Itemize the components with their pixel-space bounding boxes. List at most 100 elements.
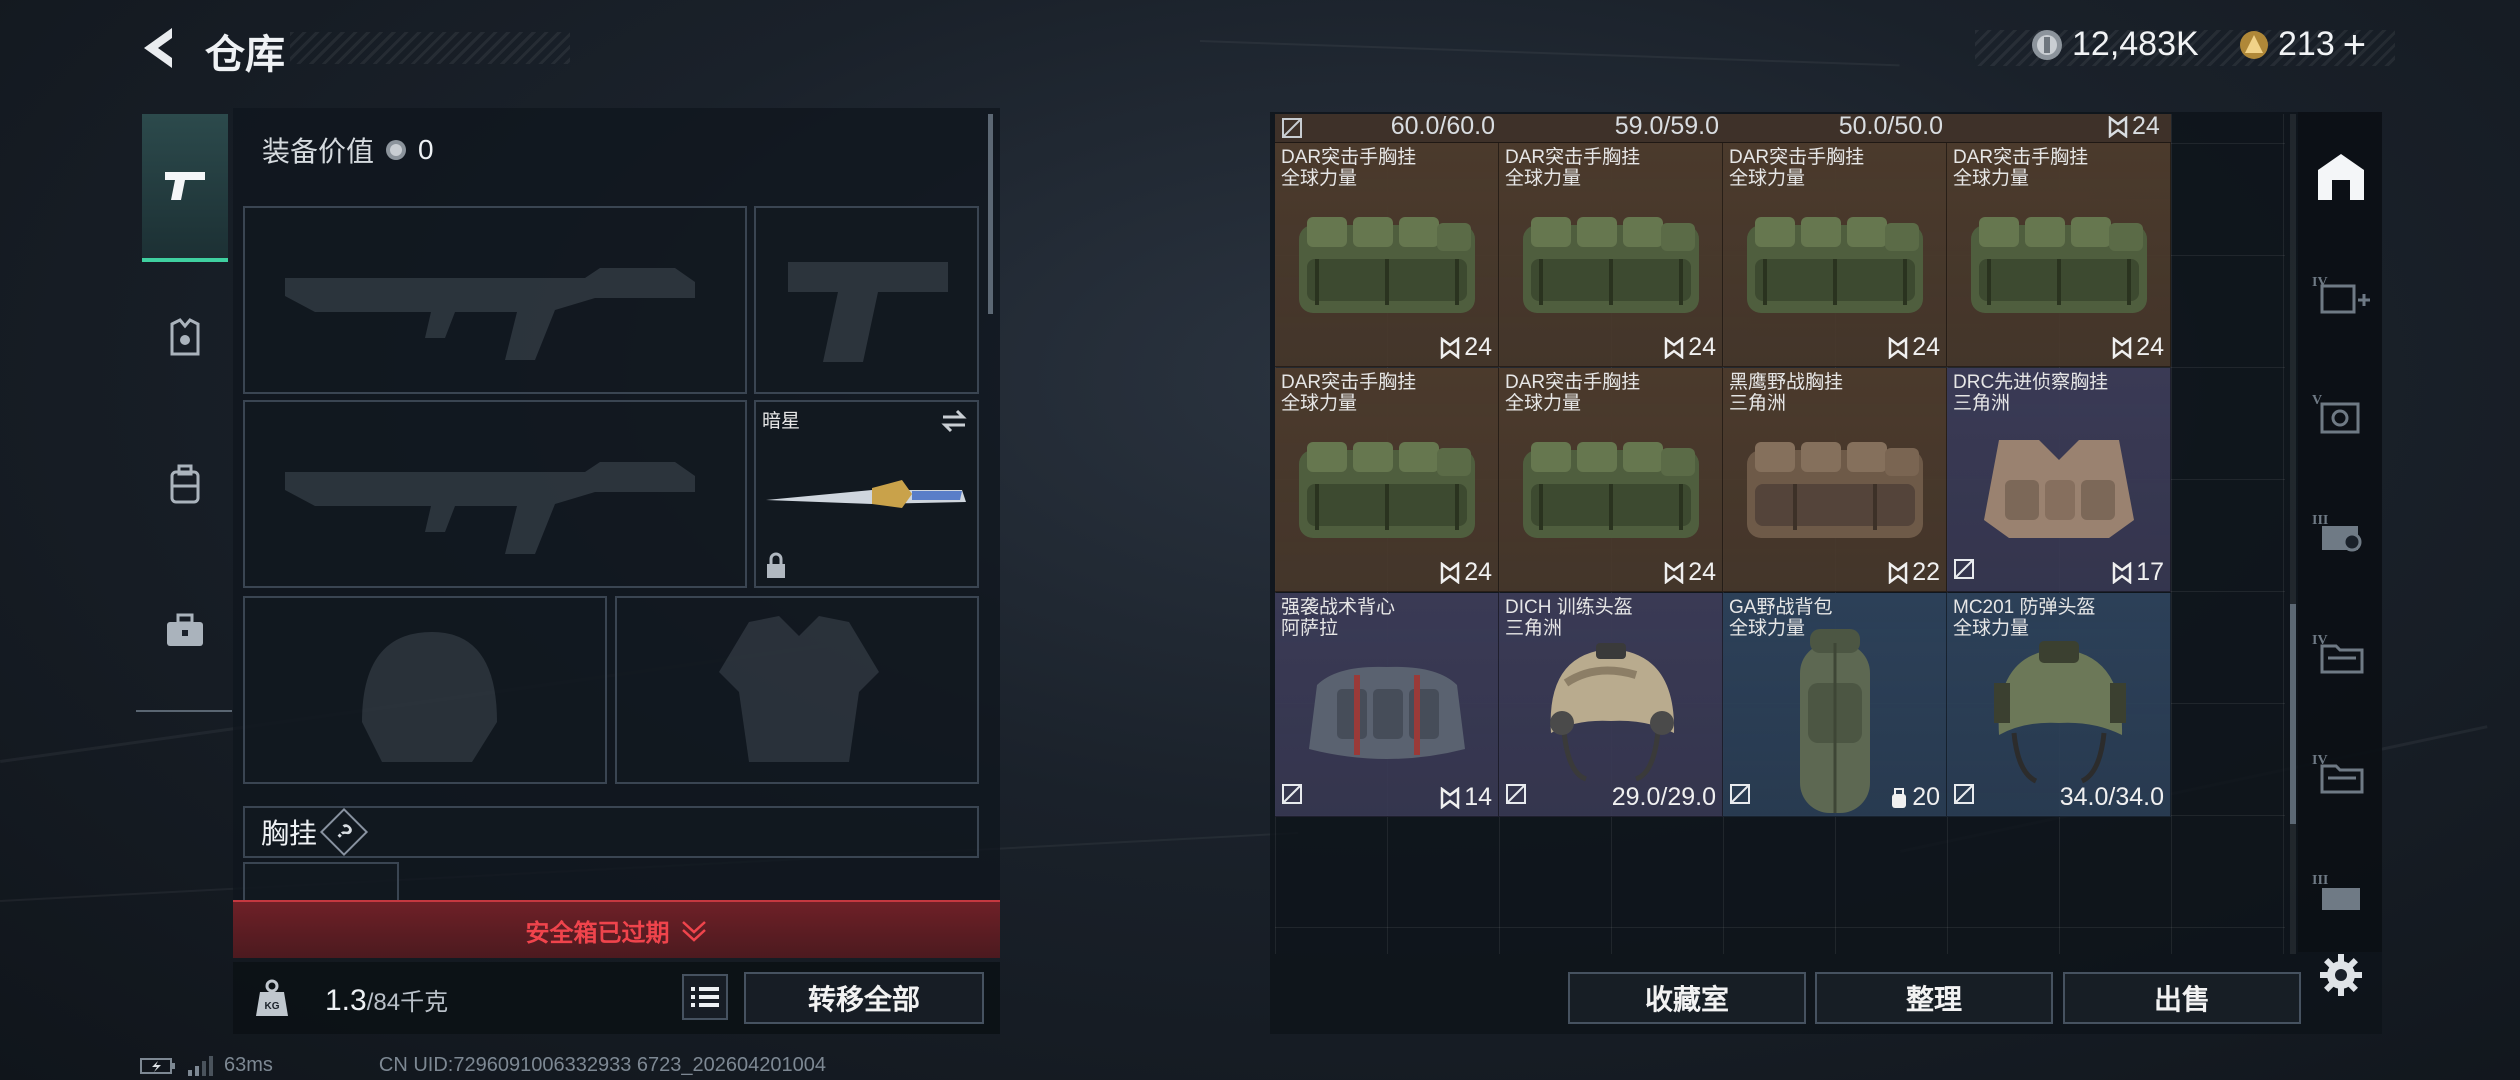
mod-slot-icon bbox=[1729, 783, 1751, 810]
list-icon bbox=[691, 987, 719, 1007]
storage-item[interactable]: DICH 训练头盔 三角洲 29.0/29.0 bbox=[1499, 593, 1723, 817]
chest-rig-icon bbox=[1298, 217, 1475, 313]
weight-icon: KG bbox=[252, 978, 292, 1018]
safe-box-icon: V bbox=[2312, 393, 2360, 434]
item-value-text: 24 bbox=[1688, 333, 1716, 361]
item-value: 22 bbox=[1888, 558, 1940, 587]
equipment-value-label: 装备价值 bbox=[262, 136, 375, 167]
item-value-text: 24 bbox=[1464, 558, 1492, 586]
secondary-weapon-slot[interactable] bbox=[243, 400, 747, 588]
sell-button[interactable]: 出售 bbox=[2063, 972, 2301, 1024]
item-name: DAR突击手胸挂 bbox=[1953, 147, 2089, 168]
item-value: 29.0/29.0 bbox=[1612, 783, 1716, 812]
storage-item[interactable]: 黑鹰野战胸挂 三角洲 22 bbox=[1723, 368, 1947, 592]
item-name: 黑鹰野战胸挂 bbox=[1729, 372, 1844, 393]
item-image bbox=[1723, 195, 1946, 325]
storage-item[interactable]: DAR突击手胸挂 全球力量 24 bbox=[1275, 143, 1499, 367]
storage-item[interactable]: DAR突击手胸挂 全球力量 24 bbox=[1947, 143, 2171, 367]
list-view-button[interactable] bbox=[682, 974, 728, 1020]
container-tab-iv-folder-2[interactable]: IV bbox=[2312, 748, 2372, 798]
item-value-text: 34.0/34.0 bbox=[2059, 783, 2164, 811]
melee-name: 暗星 bbox=[762, 411, 801, 432]
storage-item[interactable]: DRC先进侦察胸挂 三角洲 17 bbox=[1947, 368, 2171, 592]
token-icon bbox=[2240, 30, 2268, 59]
back-button[interactable] bbox=[136, 24, 184, 72]
item-value: 24 bbox=[1440, 558, 1492, 587]
storage-item[interactable]: DAR突击手胸挂 全球力量 24 bbox=[1499, 368, 1723, 592]
capacity-icon bbox=[1890, 787, 1908, 809]
primary-weapon-slot[interactable] bbox=[243, 206, 747, 394]
storage-scrollbar[interactable] bbox=[2290, 114, 2296, 954]
container-tab-iv-add[interactable]: IV bbox=[2312, 270, 2372, 320]
toolbox-icon bbox=[167, 613, 203, 646]
armor-silhouette-icon bbox=[719, 616, 879, 762]
case-icon: III bbox=[2312, 873, 2360, 910]
item-value: 14 bbox=[1440, 783, 1492, 812]
help-icon[interactable]: ? bbox=[319, 807, 369, 857]
storage-scroll-thumb[interactable] bbox=[2290, 604, 2296, 824]
helmet-slot[interactable] bbox=[243, 596, 607, 784]
chevron-down-icon bbox=[681, 921, 706, 942]
token-balance[interactable]: 213 + bbox=[2238, 25, 2366, 65]
svg-text:IV: IV bbox=[2312, 275, 2328, 290]
item-value: 34.0/34.0 bbox=[2060, 783, 2164, 812]
armor-slot[interactable] bbox=[615, 596, 979, 784]
tab-backpack[interactable] bbox=[142, 436, 228, 532]
item-value-text: 24 bbox=[1464, 333, 1492, 361]
warehouse-icon bbox=[2318, 154, 2364, 200]
settings-button[interactable] bbox=[2318, 952, 2364, 998]
item-name: MC201 防弹头盔 bbox=[1953, 597, 2096, 618]
container-tab-iv-folder[interactable]: IV bbox=[2312, 628, 2372, 678]
safebox-expired-banner[interactable]: 安全箱已过期 bbox=[233, 900, 1000, 958]
collection-room-button[interactable]: 收藏室 bbox=[1568, 972, 1806, 1024]
safebox-expired-text: 安全箱已过期 bbox=[525, 919, 670, 947]
container-tab-iii-gear[interactable]: III bbox=[2312, 508, 2372, 558]
item-source: 全球力量 bbox=[1281, 393, 1358, 414]
mod-slot-icon bbox=[1281, 783, 1303, 810]
item-source: 全球力量 bbox=[1281, 168, 1358, 189]
warehouse-home-button[interactable] bbox=[2314, 150, 2368, 204]
chest-rig-header[interactable]: 胸挂 ? bbox=[243, 806, 979, 858]
container-tab-v-safe[interactable]: V bbox=[2312, 388, 2372, 438]
item-value-text: 14 bbox=[1464, 783, 1492, 811]
item-name: DAR突击手胸挂 bbox=[1281, 372, 1417, 393]
storage-item[interactable]: MC201 防弹头盔 全球力量 34.0/34.0 bbox=[1947, 593, 2171, 817]
coin-balance[interactable]: 12,483K bbox=[2030, 25, 2199, 64]
storage-item[interactable]: DAR突击手胸挂 全球力量 24 bbox=[1275, 368, 1499, 592]
durability-icon bbox=[1440, 786, 1460, 809]
transfer-all-button[interactable]: 转移全部 bbox=[744, 972, 984, 1024]
organize-button[interactable]: 整理 bbox=[1815, 972, 2053, 1024]
storage-item[interactable]: GA野战背包 全球力量 20 bbox=[1723, 593, 1947, 817]
top-row-value: 60.0/60.0 bbox=[1390, 112, 1495, 140]
storage-item[interactable]: DAR突击手胸挂 全球力量 24 bbox=[1499, 143, 1723, 367]
tab-weapons[interactable] bbox=[142, 114, 228, 262]
capacity-max: /84千克 bbox=[366, 989, 449, 1016]
item-image bbox=[1947, 420, 2170, 550]
item-value: 24 bbox=[1888, 333, 1940, 362]
chest-rig-icon bbox=[1983, 440, 2134, 538]
ping-value: 63ms bbox=[224, 1054, 273, 1076]
chest-rig-slot[interactable] bbox=[243, 862, 399, 902]
melee-slot[interactable]: 暗星 bbox=[754, 400, 979, 588]
top-row-value: 24 bbox=[2108, 112, 2160, 141]
item-value-text: 22 bbox=[1912, 558, 1940, 586]
pistol-slot[interactable] bbox=[754, 206, 979, 394]
item-name: DRC先进侦察胸挂 bbox=[1953, 372, 2109, 393]
equipment-scrollbar[interactable] bbox=[988, 114, 993, 314]
token-amount: 213 bbox=[2278, 25, 2335, 63]
tab-armor[interactable] bbox=[142, 290, 228, 386]
svg-text:III: III bbox=[2312, 513, 2328, 528]
svg-text:III: III bbox=[2312, 873, 2328, 888]
chest-rig-icon bbox=[1522, 442, 1699, 538]
storage-item[interactable]: 强袭战术背心 阿萨拉 14 bbox=[1275, 593, 1499, 817]
tab-toolbox[interactable] bbox=[142, 582, 228, 678]
rifle-silhouette-icon bbox=[285, 268, 695, 360]
item-value: 17 bbox=[2112, 558, 2164, 587]
container-tab-iii-case[interactable]: III bbox=[2312, 868, 2372, 918]
lock-icon bbox=[767, 552, 785, 578]
swap-icon[interactable] bbox=[939, 408, 969, 434]
durability-icon bbox=[1440, 561, 1460, 584]
add-token-icon[interactable]: + bbox=[2343, 25, 2366, 65]
folder-icon: IV bbox=[2312, 633, 2364, 674]
storage-item[interactable]: DAR突击手胸挂 全球力量 24 bbox=[1723, 143, 1947, 367]
